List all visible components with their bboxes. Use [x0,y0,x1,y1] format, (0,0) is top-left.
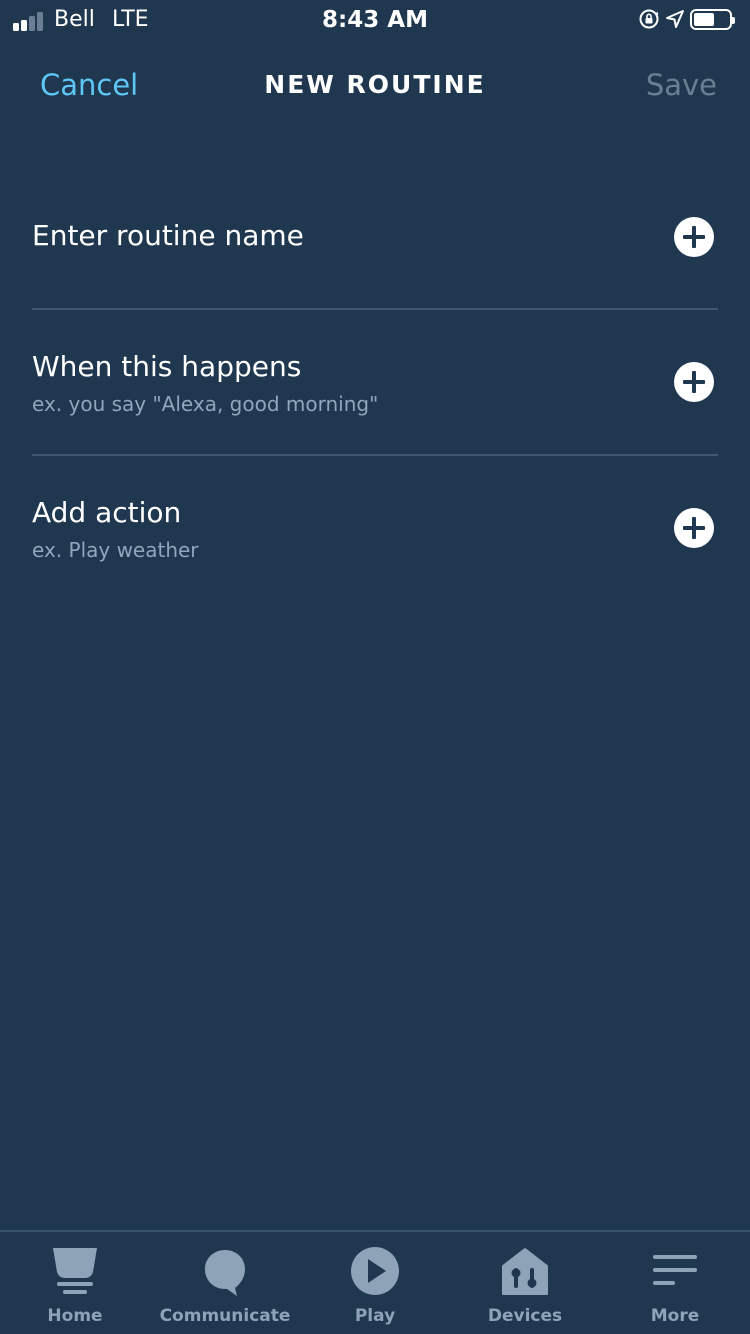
save-button[interactable]: Save [646,67,717,103]
action-hint: ex. Play weather [32,538,199,562]
row-divider [32,308,718,310]
tab-more-label: More [650,1306,700,1326]
add-routine-name-button[interactable] [674,217,714,257]
tab-communicate[interactable]: Communicate [150,1232,300,1334]
action-row[interactable]: Add action ex. Play weather [32,492,718,572]
routine-name-row[interactable]: Enter routine name [32,214,718,264]
tab-play-label: Play [354,1306,396,1326]
orientation-lock-icon [639,9,659,29]
tab-more[interactable]: More [600,1232,750,1334]
tab-play[interactable]: Play [300,1232,450,1334]
page-title: NEW ROUTINE [264,70,486,99]
plus-circle-icon [683,517,705,539]
devices-house-icon [502,1248,548,1295]
add-trigger-button[interactable] [674,362,714,402]
battery-icon [690,9,735,30]
location-icon [666,10,684,28]
add-action-button[interactable] [674,508,714,548]
home-icon [53,1248,97,1294]
tab-home[interactable]: Home [0,1232,150,1334]
tab-home-label: Home [47,1306,103,1326]
status-icons [636,8,736,32]
status-bar: Bell LTE 8:43 AM [0,0,750,40]
row-divider [32,454,718,456]
trigger-label: When this happens [32,350,302,383]
action-label: Add action [32,496,182,529]
tab-communicate-label: Communicate [159,1306,291,1326]
tab-bar: Home Communicate Play Devices More [0,1230,750,1334]
plus-circle-icon [683,371,705,393]
play-icon [351,1247,399,1295]
plus-circle-icon [683,226,705,248]
trigger-hint: ex. you say "Alexa, good morning" [32,392,379,416]
tab-devices[interactable]: Devices [450,1232,600,1334]
menu-lines-icon [653,1255,697,1285]
tab-devices-label: Devices [487,1306,563,1326]
routine-name-label: Enter routine name [32,219,304,252]
speech-bubble-icon [205,1250,245,1296]
nav-header: Cancel NEW ROUTINE Save [0,60,750,110]
trigger-row[interactable]: When this happens ex. you say "Alexa, go… [32,346,718,426]
